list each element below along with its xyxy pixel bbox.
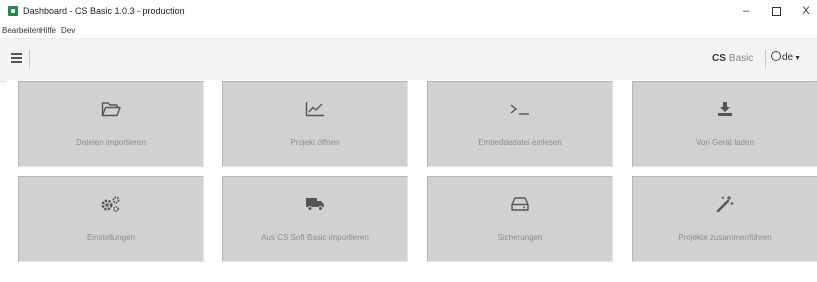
tile-aus-cs-soft-basic-importieren[interactable]: Aus CS Soft Basic importieren	[222, 176, 408, 262]
minimize-button[interactable]: –	[732, 2, 760, 20]
magic-wand-icon	[716, 196, 734, 213]
download-icon	[718, 102, 732, 116]
tile-projekte-zusammenfuehren[interactable]: Projekte zusammenführen	[632, 176, 817, 262]
folder-open-icon	[101, 102, 121, 117]
brand-basic-text: Basic	[728, 53, 754, 64]
close-button[interactable]: X	[792, 2, 817, 20]
dashboard-grid: Dateien importieren Projekt öffnen Embed…	[7, 80, 817, 282]
tile-label: Embeddedatei einlesen	[478, 138, 562, 147]
tile-label: Projekte zusammenführen	[678, 233, 772, 242]
tile-label: Einstellungen	[86, 233, 136, 242]
app-logo-icon	[8, 6, 18, 16]
tile-embeddedatei-einlesen[interactable]: Embeddedatei einlesen	[427, 81, 613, 167]
tile-projekt-oeffnen[interactable]: Projekt öffnen	[222, 81, 408, 167]
menu-item-dev[interactable]: Dev	[61, 26, 75, 35]
truck-icon	[306, 198, 324, 211]
language-code: de	[782, 52, 794, 63]
brand-cs-text: CS	[712, 53, 726, 64]
cogs-icon	[101, 196, 120, 213]
tile-sicherungen[interactable]: Sicherungen	[427, 176, 613, 262]
maximize-icon	[771, 6, 781, 16]
tile-von-geraet-laden[interactable]: Von Gerät laden	[632, 81, 817, 167]
tile-einstellungen[interactable]: Einstellungen	[18, 176, 204, 262]
window-title: Dashboard - CS Basic 1.0.3 - production	[23, 6, 185, 16]
window-titlebar: Dashboard - CS Basic 1.0.3 - production …	[0, 0, 817, 24]
app-toolbar: CS Basic de▼	[0, 38, 817, 82]
menu-bar: Bearbeiten Hilfe Dev	[0, 24, 817, 38]
hamburger-menu-icon[interactable]	[11, 53, 22, 63]
maximize-button[interactable]	[762, 2, 790, 20]
tile-label: Projekt öffnen	[290, 138, 340, 147]
tile-label: Dateien importieren	[76, 138, 146, 147]
tile-label: Sicherungen	[497, 233, 543, 242]
menu-item-hilfe[interactable]: Hilfe	[40, 26, 56, 35]
hdd-icon	[511, 197, 529, 211]
tile-dateien-importieren[interactable]: Dateien importieren	[18, 81, 204, 167]
menu-item-bearbeiten[interactable]: Bearbeiten	[2, 26, 41, 35]
globe-icon	[771, 51, 781, 62]
tile-label: Von Gerät laden	[696, 138, 754, 147]
brand-label: CS Basic	[712, 53, 753, 64]
language-selector[interactable]: de▼	[771, 51, 802, 66]
caret-down-icon: ▼	[794, 55, 802, 62]
tile-label: Aus CS Soft Basic importieren	[261, 233, 369, 242]
toolbar-divider	[29, 50, 30, 68]
terminal-icon	[510, 104, 529, 115]
line-chart-icon	[305, 102, 324, 117]
toolbar-divider	[765, 50, 766, 68]
